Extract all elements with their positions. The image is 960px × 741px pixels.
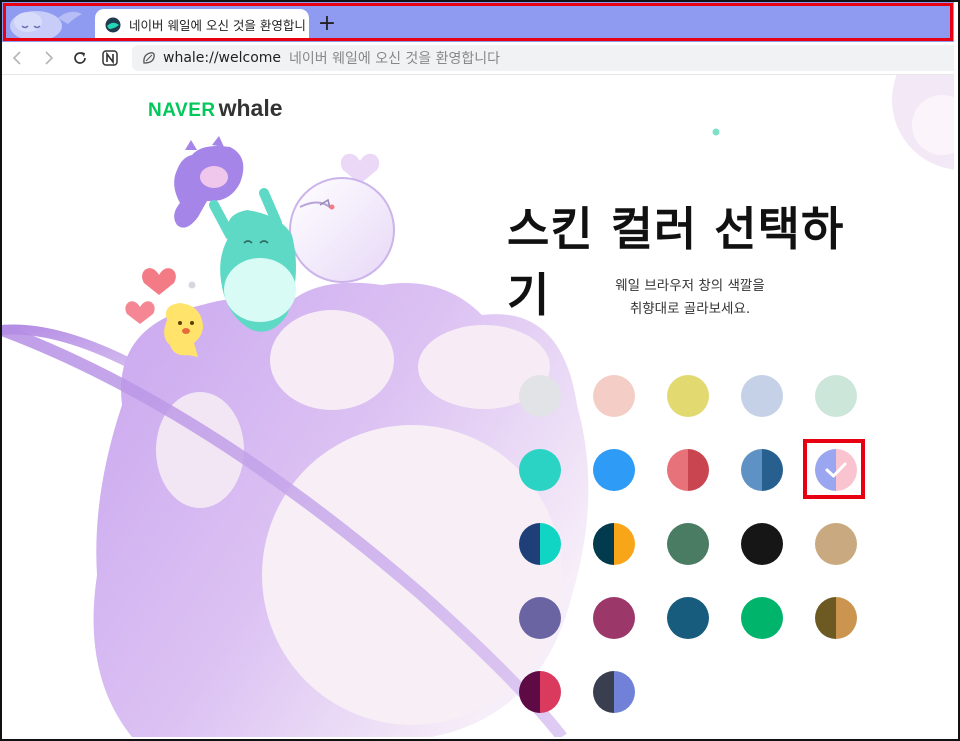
swatch-right-half [540,671,561,713]
skin-color-swatch[interactable] [815,449,857,491]
skin-color-swatch[interactable] [667,597,709,639]
toolbar: whale://welcome 네이버 웨일에 오신 것을 환영합니다 [2,42,954,75]
logo-naver-text: NAVER [148,100,216,121]
swatch-right-half [614,523,635,565]
new-tab-button[interactable]: + [315,12,339,36]
whale-mascot-icon [10,11,82,41]
skin-color-swatch[interactable] [667,449,709,491]
skin-color-swatch[interactable] [519,671,561,713]
skin-color-swatch[interactable] [741,523,783,565]
swatch-right-half [688,375,709,417]
skin-color-swatch[interactable] [741,597,783,639]
swatch-right-half [836,597,857,639]
swatch-left-half [815,523,836,565]
swatch-right-half [540,523,561,565]
swatch-right-half [614,375,635,417]
page-name-text: 네이버 웨일에 오신 것을 환영합니다 [289,51,501,67]
skin-color-swatch[interactable] [667,523,709,565]
swatch-left-half [593,375,614,417]
swatch-right-half [614,597,635,639]
skin-color-swatch[interactable] [593,375,635,417]
skin-color-swatch[interactable] [667,375,709,417]
page-subtitle: 웨일 브라우저 창의 색깔을 취향대로 골라보세요. [570,275,810,321]
checkmark-icon [825,462,847,478]
whale-favicon-icon [105,17,121,32]
logo-whale-text: whale [218,95,283,121]
skin-color-swatch[interactable] [519,523,561,565]
naver-whale-logo: NAVER whale [148,95,283,121]
subtitle-line-1: 웨일 브라우저 창의 색깔을 [615,278,765,294]
address-bar[interactable]: whale://welcome 네이버 웨일에 오신 것을 환영합니다 [132,45,954,71]
swatch-left-half [519,523,540,565]
skin-color-swatch[interactable] [593,671,635,713]
swatch-left-half [741,375,762,417]
swatch-right-half [762,375,783,417]
swatch-left-half [741,449,762,491]
swatch-right-half [540,375,561,417]
forward-icon[interactable] [38,48,58,68]
tab-welcome[interactable]: 네이버 웨일에 오신 것을 환영합니다 [95,9,309,40]
skin-color-swatch[interactable] [741,375,783,417]
whale-page-icon [143,52,155,64]
subtitle-line-2: 취향대로 골라보세요. [629,301,751,317]
swatch-left-half [593,597,614,639]
swatch-left-half [519,449,540,491]
swatch-left-half [667,523,688,565]
swatch-left-half [519,597,540,639]
swatch-left-half [519,671,540,713]
swatch-left-half [667,597,688,639]
swatch-right-half [836,523,857,565]
swatch-right-half [614,671,635,713]
welcome-page: NAVER whale 스킨 컬러 선택하기 웨일 브라우저 창의 색깔을 취향… [2,75,954,737]
swatch-right-half [762,449,783,491]
swatch-right-half [688,449,709,491]
skin-color-swatch[interactable] [593,449,635,491]
skin-color-swatch[interactable] [741,449,783,491]
skin-color-swatch[interactable] [815,375,857,417]
swatch-right-half [836,375,857,417]
swatch-left-half [815,597,836,639]
skin-color-swatch[interactable] [593,597,635,639]
back-icon[interactable] [8,48,28,68]
skin-color-swatch[interactable] [593,523,635,565]
swatch-right-half [688,523,709,565]
swatch-left-half [519,375,540,417]
skin-color-swatch[interactable] [815,597,857,639]
swatch-right-half [762,523,783,565]
swatch-left-half [741,523,762,565]
swatch-right-half [688,597,709,639]
url-text: whale://welcome [163,50,282,66]
swatch-left-half [593,523,614,565]
reload-icon[interactable] [70,48,90,68]
skin-color-swatch[interactable] [519,597,561,639]
swatch-left-half [593,449,614,491]
tab-title: 네이버 웨일에 오신 것을 환영합니다 [129,18,307,33]
skin-color-swatch[interactable] [519,449,561,491]
swatch-left-half [667,375,688,417]
swatch-right-half [540,597,561,639]
swatch-right-half [614,449,635,491]
swatch-left-half [741,597,762,639]
swatch-left-half [815,375,836,417]
planet-paw-illustration [2,75,954,737]
tab-strip: 네이버 웨일에 오신 것을 환영합니다 + [2,2,954,42]
skin-color-swatch[interactable] [815,523,857,565]
swatch-right-half [540,449,561,491]
swatch-right-half [762,597,783,639]
naver-home-icon[interactable] [100,48,120,68]
skin-color-swatch[interactable] [519,375,561,417]
swatch-left-half [667,449,688,491]
swatch-left-half [593,671,614,713]
